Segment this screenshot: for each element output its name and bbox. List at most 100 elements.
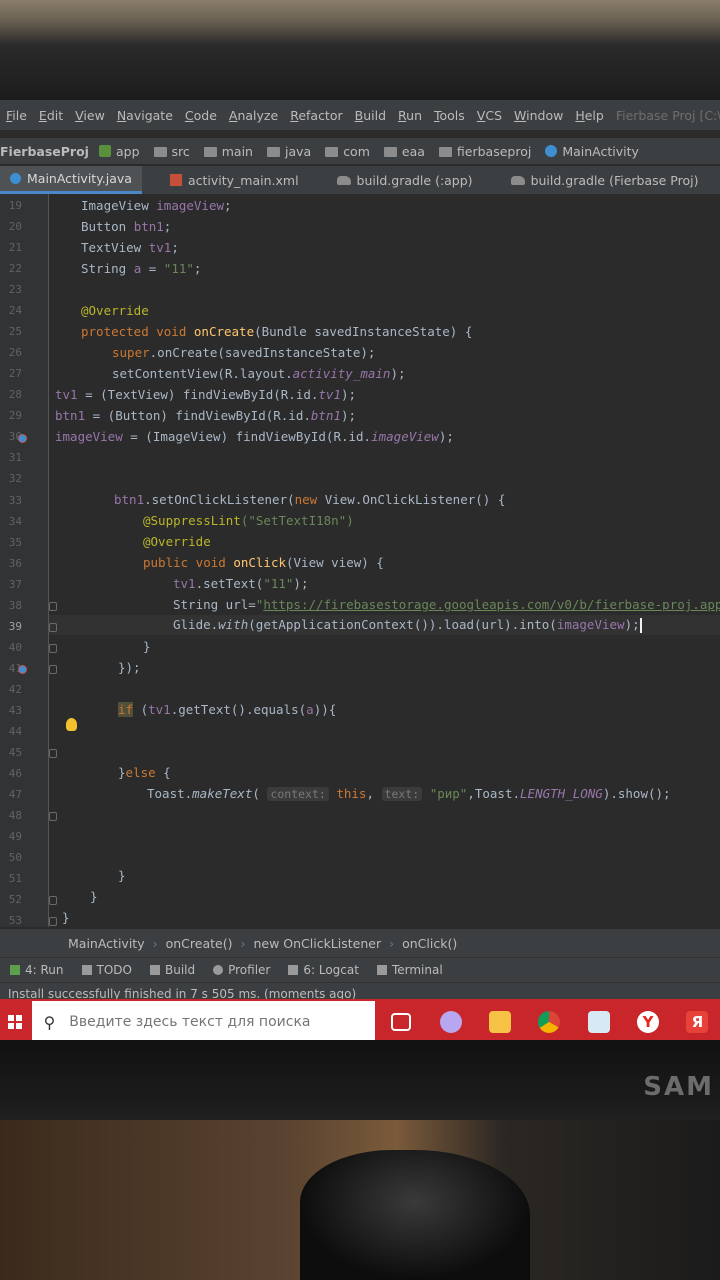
fold-marker[interactable] xyxy=(49,665,57,674)
tool-label: Profiler xyxy=(228,963,271,977)
notes-app-button[interactable] xyxy=(576,999,621,1045)
code-line: TextView tv1; xyxy=(81,240,179,255)
override-gutter-icon[interactable] xyxy=(18,665,27,674)
yandex-icon: Y xyxy=(637,1011,659,1033)
menu-tools[interactable]: Tools xyxy=(434,108,465,123)
breadcrumb-oncreate[interactable]: onCreate() xyxy=(166,936,233,951)
override-gutter-icon[interactable] xyxy=(18,434,27,443)
monitor-screen: File Edit View Navigate Code Analyze Ref… xyxy=(0,100,720,1045)
fold-marker[interactable] xyxy=(49,644,57,653)
nav-crumb-app[interactable]: app xyxy=(98,143,140,159)
line-number: 35 xyxy=(8,536,22,549)
menu-view[interactable]: View xyxy=(75,108,105,123)
line-number: 43 xyxy=(8,704,22,717)
fold-marker[interactable] xyxy=(49,623,57,632)
build-tool-button[interactable]: Build xyxy=(149,963,195,977)
nav-crumb-src[interactable]: src xyxy=(153,144,190,159)
menu-run[interactable]: Run xyxy=(398,108,422,123)
code-line: String url="https://firebasestorage.goog… xyxy=(173,595,720,615)
line-number: 48 xyxy=(8,809,22,822)
logcat-tool-button[interactable]: 6: Logcat xyxy=(288,963,359,977)
cortana-button[interactable] xyxy=(428,999,473,1045)
yandex-letter-icon: Я xyxy=(686,1011,709,1033)
line-number: 36 xyxy=(8,557,22,570)
todo-tool-button[interactable]: TODO xyxy=(81,963,132,977)
chevron-right-icon: › xyxy=(240,935,246,951)
fold-marker[interactable] xyxy=(49,896,57,905)
nav-crumb-fierbaseproj[interactable]: fierbaseproj xyxy=(438,144,531,159)
line-number: 28 xyxy=(8,388,22,401)
search-input[interactable] xyxy=(67,1013,362,1031)
line-number-current: 39 xyxy=(8,620,22,633)
breadcrumb-mainactivity[interactable]: MainActivity xyxy=(68,936,145,951)
line-number: 22 xyxy=(8,262,22,275)
url-link[interactable]: https://firebasestorage.googleapis.com/v… xyxy=(263,597,720,612)
menu-edit[interactable]: Edit xyxy=(39,108,63,123)
menu-code[interactable]: Code xyxy=(185,108,217,123)
folder-icon xyxy=(153,147,167,157)
bag-object xyxy=(300,1150,530,1280)
menu-file[interactable]: File xyxy=(6,108,27,123)
fold-marker[interactable] xyxy=(49,812,57,821)
menu-vcs[interactable]: VCS xyxy=(477,108,502,123)
profiler-tool-button[interactable]: Profiler xyxy=(213,963,270,977)
code-line: super.onCreate(savedInstanceState); xyxy=(112,345,376,360)
code-line: ImageView imageView; xyxy=(81,198,232,213)
line-number: 26 xyxy=(8,346,22,359)
yandex-button[interactable]: Я xyxy=(675,999,720,1045)
start-button[interactable] xyxy=(0,999,30,1045)
file-explorer-button[interactable] xyxy=(477,999,522,1045)
parameter-hint: context: xyxy=(267,787,329,801)
breadcrumb-onclick[interactable]: onClick() xyxy=(402,936,457,951)
taskbar-search-box[interactable]: ⚲ xyxy=(31,1001,375,1043)
nav-crumb-eaa[interactable]: eaa xyxy=(383,144,425,159)
lightbulb-icon[interactable] xyxy=(66,718,77,731)
menu-help[interactable]: Help xyxy=(575,108,604,123)
line-number: 44 xyxy=(8,725,22,738)
monitor-brand-logo: SAM xyxy=(643,1072,714,1102)
annotation: @SuppressLint xyxy=(143,513,241,528)
fold-marker[interactable] xyxy=(49,917,57,926)
chrome-icon xyxy=(538,1011,561,1033)
monitor-bezel-top xyxy=(0,0,720,100)
nav-crumb-java[interactable]: java xyxy=(266,143,312,159)
code-line: btn1 = (Button) findViewById(R.id.btn1); xyxy=(55,408,357,423)
folder-icon xyxy=(438,147,452,157)
line-number: 50 xyxy=(8,851,22,864)
tab-label: build.gradle (Fierbase Proj) xyxy=(530,172,699,188)
tab-mainactivity-java[interactable]: MainActivity.java xyxy=(0,166,142,194)
tab-build-gradle-project[interactable]: build.gradle (Fierbase Proj) xyxy=(501,166,709,194)
nav-crumb-main[interactable]: main xyxy=(203,144,253,159)
tab-activity-main-xml[interactable]: activity_main.xml xyxy=(160,166,309,194)
string-literal: "11" xyxy=(263,576,294,591)
nav-crumb-label: java xyxy=(284,143,312,159)
nav-crumb-label: app xyxy=(115,143,140,159)
menu-refactor[interactable]: Refactor xyxy=(290,108,342,123)
code-line: } xyxy=(143,639,151,654)
yandex-browser-button[interactable]: Y xyxy=(625,999,670,1045)
nav-crumb-project[interactable]: FierbaseProj xyxy=(0,144,89,159)
terminal-tool-button[interactable]: Terminal xyxy=(376,963,443,977)
line-number: 27 xyxy=(8,367,22,380)
menu-analyze[interactable]: Analyze xyxy=(229,108,278,123)
line-number: 33 xyxy=(8,494,22,507)
code-breadcrumb-bar: MainActivity › onCreate() › new OnClickL… xyxy=(0,929,720,957)
gradle-icon xyxy=(510,175,525,185)
module-icon xyxy=(98,145,111,157)
fold-marker[interactable] xyxy=(49,602,57,611)
folder-icon xyxy=(383,147,397,157)
menu-navigate[interactable]: Navigate xyxy=(117,108,173,123)
run-tool-button[interactable]: 4: Run xyxy=(10,963,64,977)
breadcrumb-onclicklistener[interactable]: new OnClickListener xyxy=(253,936,381,951)
menu-build[interactable]: Build xyxy=(355,108,386,123)
menu-window[interactable]: Window xyxy=(514,108,563,123)
folder-icon xyxy=(325,147,339,157)
chrome-button[interactable] xyxy=(527,999,572,1045)
nav-crumb-com[interactable]: com xyxy=(325,144,370,159)
code-editor[interactable]: 19 20 21 22 23 24 25 26 27 28 29 30 31 3… xyxy=(0,194,720,927)
tab-build-gradle-app[interactable]: build.gradle (:app) xyxy=(327,166,483,194)
task-view-button[interactable] xyxy=(379,999,424,1045)
code-line: } xyxy=(90,889,98,904)
fold-marker[interactable] xyxy=(49,749,57,758)
nav-crumb-mainactivity[interactable]: MainActivity xyxy=(545,144,639,159)
